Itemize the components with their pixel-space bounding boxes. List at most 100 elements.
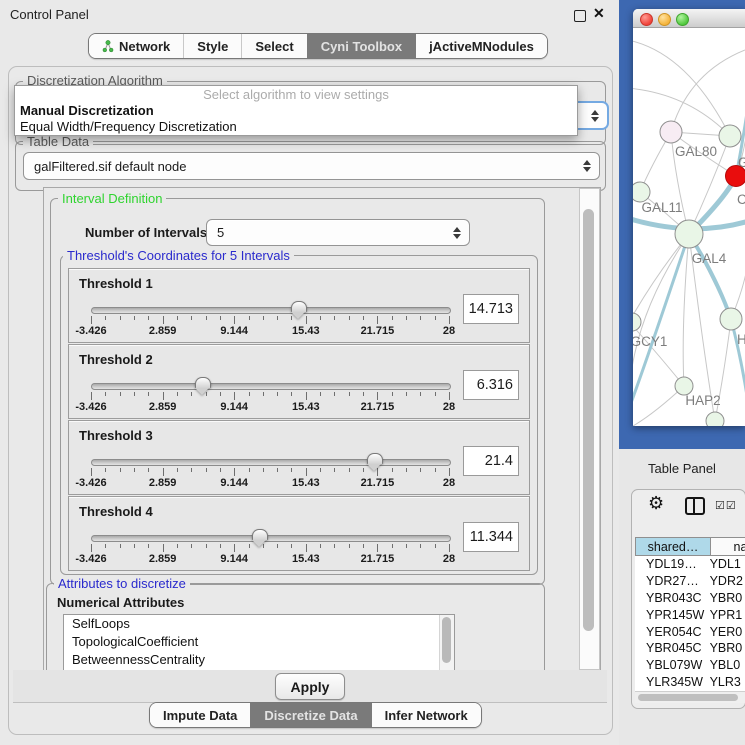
network-canvas[interactable]: GAL80 GA C GAL11 GAL4 GCY1 H HAP2 — [633, 28, 745, 426]
table-row[interactable]: YDL19…YDL1 — [635, 556, 745, 573]
table-panel-title: Table Panel — [648, 461, 716, 476]
slider-track[interactable] — [91, 535, 451, 542]
threshold-value-field[interactable]: 11.344 — [463, 522, 519, 552]
node-bottom[interactable] — [706, 412, 724, 426]
threshold-slider[interactable]: -3.4262.8599.14415.4321.71528 — [91, 379, 449, 413]
attribute-list-item[interactable]: TopologicalCoefficient — [64, 633, 454, 651]
column-header-shared[interactable]: shared… — [635, 537, 711, 556]
slider-scale-labels: -3.4262.8599.14415.4321.71528 — [91, 477, 449, 489]
interval-count-label: Number of Intervals — [85, 225, 207, 240]
cell-name: YBR0 — [710, 591, 745, 605]
threshold-slider[interactable]: -3.4262.8599.14415.4321.71528 — [91, 303, 449, 337]
slider-handle[interactable] — [367, 453, 383, 464]
threshold-panel-3: Threshold 3-3.4262.8599.14415.4321.71528… — [68, 420, 530, 495]
node-gal11[interactable] — [633, 182, 650, 202]
panel-title: Control Panel — [10, 7, 89, 22]
bottom-tab-impute-data[interactable]: Impute Data — [150, 703, 250, 727]
split-view-icon[interactable] — [685, 497, 705, 515]
network-window: GAL80 GA C GAL11 GAL4 GCY1 H HAP2 — [633, 9, 745, 426]
cell-name: YLR3 — [710, 675, 745, 689]
close-icon[interactable]: ✕ — [593, 5, 605, 22]
bottom-tab-infer-network[interactable]: Infer Network — [371, 703, 481, 727]
tab-label: Network — [119, 39, 170, 54]
slider-track[interactable] — [91, 307, 451, 314]
threshold-slider[interactable]: -3.4262.8599.14415.4321.71528 — [91, 455, 449, 489]
node-label: HAP2 — [685, 393, 720, 408]
cell-shared-name: YDR27… — [635, 574, 710, 588]
slider-ticks — [91, 468, 449, 476]
column-checkbox-icons[interactable]: ☑☑ — [715, 499, 737, 512]
threshold-panel-4: Threshold 4 -3.4262.8599.14415.4321.71528… — [68, 496, 530, 571]
table-data-combobox[interactable]: galFiltered.sif default node — [23, 152, 600, 180]
slider-ticks — [91, 392, 449, 400]
slider-handle[interactable] — [291, 301, 307, 312]
threshold-label: Threshold 4 — [79, 504, 153, 519]
interval-count-combobox[interactable]: 5 — [206, 219, 470, 246]
table-header: shared… na — [635, 537, 745, 556]
control-panel-titlebar: Control Panel ✕ — [0, 0, 618, 28]
threshold-slider[interactable]: -3.4262.8599.14415.4321.71528 — [91, 531, 449, 565]
algorithm-dropdown-popup: Select algorithm to view settings Manual… — [14, 85, 578, 136]
bottom-tab-discretize-data[interactable]: Discretize Data — [250, 703, 370, 727]
scrollbar-thumb[interactable] — [583, 209, 594, 631]
node-h[interactable] — [720, 308, 742, 330]
tab-label: Style — [197, 39, 228, 54]
network-window-titlebar — [633, 9, 745, 28]
table-row[interactable]: YBL079WYBL0 — [635, 657, 745, 674]
network-icon — [102, 40, 114, 53]
bottom-tab-bar: Impute DataDiscretize DataInfer Network — [149, 702, 482, 728]
node-gcy1[interactable] — [633, 313, 641, 331]
node-label: GCY1 — [633, 334, 667, 349]
table-horizontal-scrollbar[interactable] — [635, 691, 745, 703]
table-row[interactable]: YBR045CYBR0 — [635, 640, 745, 657]
apply-button[interactable]: Apply — [275, 673, 345, 700]
thresholds-groupbox: Threshold 1-3.4262.8599.14415.4321.71528… — [60, 255, 538, 575]
attribute-list-item[interactable]: SelfLoops — [64, 615, 454, 633]
interval-group-label: Interval Definition — [58, 191, 166, 206]
slider-track[interactable] — [91, 459, 451, 466]
zoom-traffic-light-icon[interactable] — [676, 13, 689, 26]
table-row[interactable]: YER054CYER0 — [635, 623, 745, 640]
cell-shared-name: YBL079W — [635, 658, 710, 672]
tab-network[interactable]: Network — [89, 34, 183, 58]
attributes-group-label: Attributes to discretize — [54, 576, 190, 591]
tab-cyni-toolbox[interactable]: Cyni Toolbox — [307, 34, 415, 58]
slider-handle[interactable] — [252, 529, 268, 540]
combo-arrows-icon — [583, 160, 591, 172]
node-pink[interactable] — [660, 121, 682, 143]
table-row[interactable]: YLR345WYLR3 — [635, 674, 745, 691]
threshold-value-field[interactable]: 14.713 — [463, 294, 519, 324]
scrollbar-thumb[interactable] — [638, 694, 738, 701]
network-view-region: GAL80 GA C GAL11 GAL4 GCY1 H HAP2 — [619, 0, 745, 449]
column-header-name[interactable]: na — [711, 537, 745, 556]
dropdown-option-manual[interactable]: Manual Discretization — [15, 103, 577, 119]
table-rows[interactable]: YDL19…YDL1YDR27…YDR2YBR043CYBR0YPR145WYP… — [635, 556, 745, 691]
attributes-list-scrollbar[interactable] — [439, 615, 454, 670]
slider-track[interactable] — [91, 383, 451, 390]
threshold-value-field[interactable]: 21.4 — [463, 446, 519, 476]
attribute-list-item[interactable]: BetweennessCentrality — [64, 651, 454, 669]
slider-ticks — [91, 316, 449, 324]
slider-handle[interactable] — [195, 377, 211, 388]
node-top-right[interactable] — [719, 125, 741, 147]
settings-vertical-scrollbar[interactable] — [579, 188, 600, 670]
tab-style[interactable]: Style — [183, 34, 241, 58]
close-traffic-light-icon[interactable] — [640, 13, 653, 26]
table-row[interactable]: YPR145WYPR1 — [635, 606, 745, 623]
numerical-attributes-list[interactable]: SelfLoopsTopologicalCoefficientBetweenne… — [63, 614, 455, 671]
threshold-value-field[interactable]: 6.316 — [463, 370, 519, 400]
table-data-value: galFiltered.sif default node — [24, 159, 186, 174]
table-row[interactable]: YDR27…YDR2 — [635, 573, 745, 590]
table-row[interactable]: YBR043CYBR0 — [635, 590, 745, 607]
slider-scale-labels: -3.4262.8599.14415.4321.71528 — [91, 401, 449, 413]
table-panel-region: Table Panel ⚙ ☑☑ shared… na YDL19…YDL1YD… — [619, 449, 745, 745]
tab-select[interactable]: Select — [241, 34, 306, 58]
float-window-icon[interactable] — [574, 10, 586, 22]
tab-jactivemnodules[interactable]: jActiveMNodules — [415, 34, 547, 58]
minimize-traffic-light-icon[interactable] — [658, 13, 671, 26]
gear-icon[interactable]: ⚙ — [648, 493, 664, 514]
dropdown-prompt-item: Select algorithm to view settings — [15, 86, 577, 103]
dropdown-option-equal-width[interactable]: Equal Width/Frequency Discretization — [15, 119, 577, 135]
node-gal4[interactable] — [675, 220, 703, 248]
cell-name: YBR0 — [710, 641, 745, 655]
